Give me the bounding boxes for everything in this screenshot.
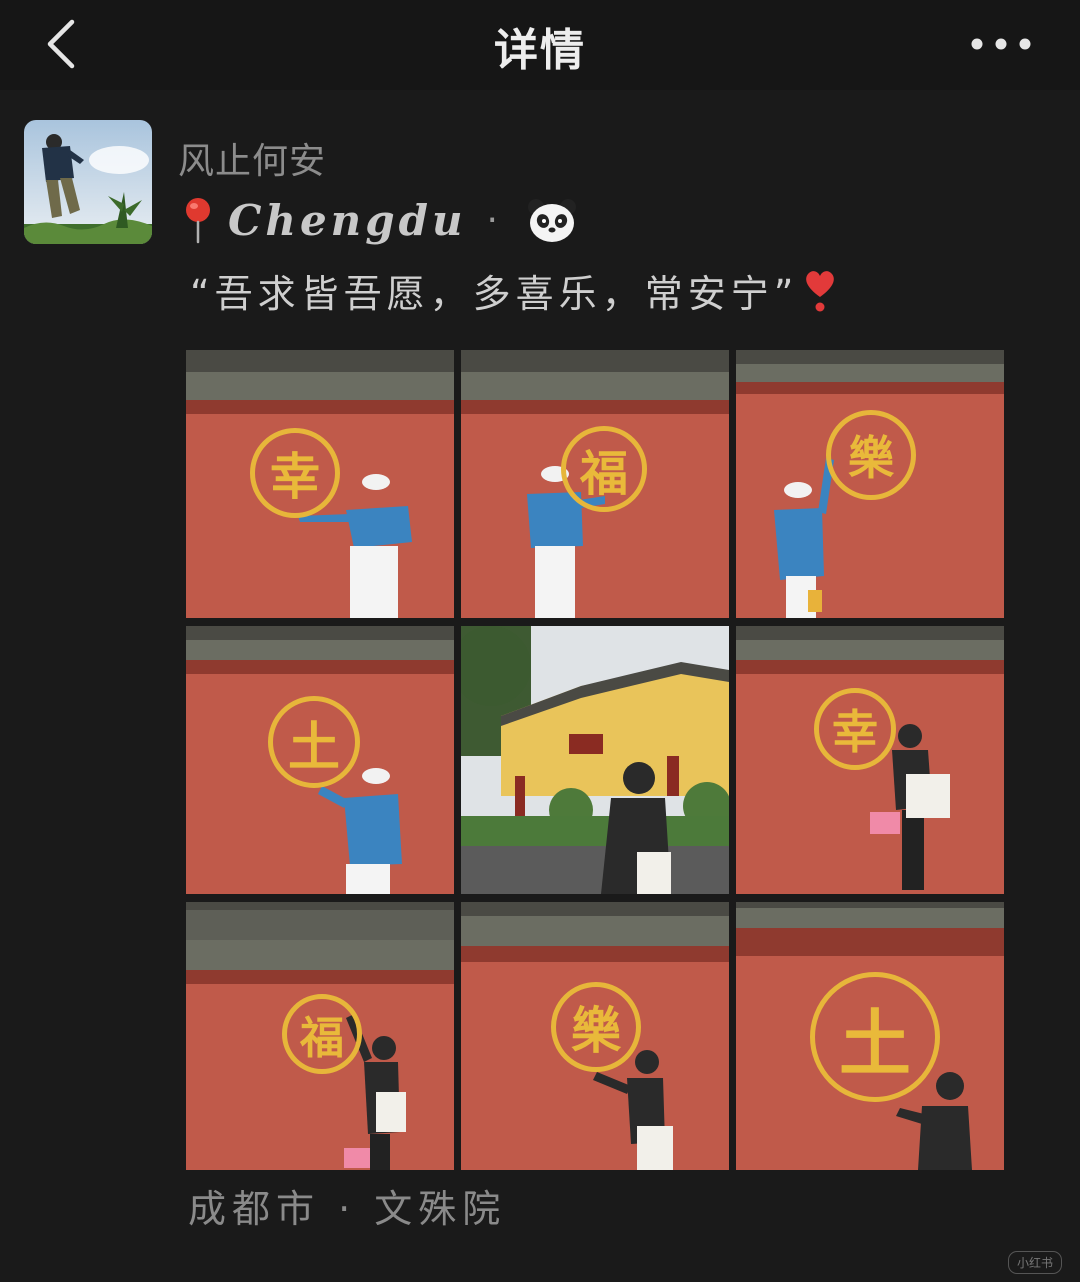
photo-7[interactable]: 福 <box>186 902 454 1170</box>
pin-icon <box>186 198 210 244</box>
photo-9-wall-character: 土 <box>810 972 940 1102</box>
more-button[interactable] <box>966 26 1036 62</box>
photo-8[interactable]: 樂 <box>461 902 729 1170</box>
more-dots-icon <box>971 38 1031 50</box>
heart-icon <box>806 271 835 312</box>
photo-5[interactable] <box>461 626 729 894</box>
location-separator: · <box>486 199 498 241</box>
avatar-image <box>24 120 152 244</box>
photo-9[interactable]: 土 <box>736 902 1004 1170</box>
photo-3[interactable]: 樂 <box>736 350 1004 618</box>
panda-icon <box>527 199 576 242</box>
photo-1[interactable]: 幸 <box>186 350 454 618</box>
photo-grid: 幸 福 樂 土 幸 福 樂 土 <box>186 350 1004 1170</box>
photo-8-wall-character: 樂 <box>551 982 641 1072</box>
back-button[interactable] <box>36 14 96 74</box>
location-text: Chengdu <box>228 195 467 245</box>
photo-4[interactable]: 土 <box>186 626 454 894</box>
photo-4-wall-character: 土 <box>268 696 360 788</box>
post-caption: “吾求皆吾愿，多喜乐，常安宁” <box>190 262 838 318</box>
location-tag[interactable]: 成都市 · 文殊院 <box>188 1178 506 1233</box>
photo-6-wall-character: 幸 <box>814 688 896 770</box>
photo-7-wall-character: 福 <box>282 994 362 1074</box>
photo-6[interactable]: 幸 <box>736 626 1004 894</box>
photo-2[interactable]: 福 <box>461 350 729 618</box>
photo-3-wall-character: 樂 <box>826 410 916 500</box>
photo-1-wall-character: 幸 <box>250 428 340 518</box>
avatar[interactable] <box>24 120 152 244</box>
page-title: 详情 <box>494 25 586 76</box>
caption-text: “吾求皆吾愿，多喜乐，常安宁” <box>190 271 799 316</box>
photo-5-scene <box>461 626 729 894</box>
watermark: 小红书 <box>1007 1251 1062 1274</box>
username[interactable]: 风止何安 <box>178 132 326 184</box>
nav-bar: 详情 <box>0 0 1080 90</box>
photo-2-wall-character: 福 <box>561 426 647 512</box>
back-chevron-icon <box>47 19 75 69</box>
location-line: Chengdu · <box>180 190 578 250</box>
